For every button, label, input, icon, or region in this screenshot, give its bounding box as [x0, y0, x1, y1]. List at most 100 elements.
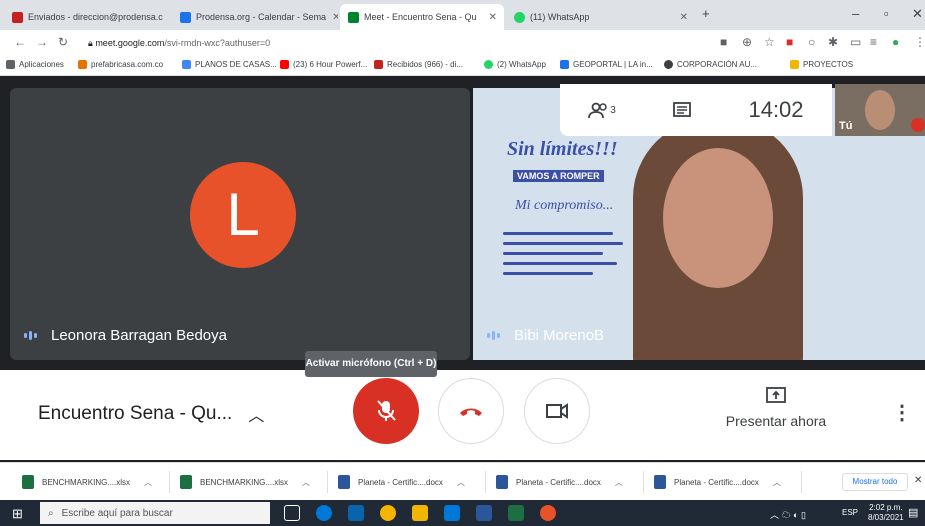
- chrome-icon[interactable]: [380, 505, 396, 521]
- excel-app-icon[interactable]: [508, 505, 524, 521]
- chevron-up-icon[interactable]: ︿: [457, 477, 465, 488]
- meeting-info-bar: 3 14:02: [560, 84, 832, 136]
- participants-button[interactable]: 3: [560, 101, 644, 119]
- tab-whatsapp[interactable]: (11) WhatsApp ✕: [506, 4, 696, 30]
- self-label: Tú: [839, 120, 853, 132]
- back-icon[interactable]: ←: [14, 35, 26, 49]
- site-icon: [78, 60, 87, 69]
- whatsapp-icon: [484, 60, 493, 69]
- extension-icon[interactable]: ■: [786, 35, 793, 49]
- chevron-up-icon[interactable]: ︿: [773, 477, 781, 488]
- excel-file-icon: [180, 475, 192, 489]
- participant-tile-left[interactable]: L Leonora Barragan Bedoya: [10, 88, 470, 360]
- meet-icon: [348, 11, 359, 23]
- close-window-button[interactable]: ✕: [912, 6, 923, 22]
- participant-video-face: [663, 148, 773, 288]
- bookmark-apps[interactable]: Aplicaciones: [6, 60, 64, 69]
- notifications-icon[interactable]: ▤: [908, 506, 918, 519]
- download-item[interactable]: BENCHMARKING....xlsx ︿: [22, 471, 170, 493]
- tab-meet[interactable]: Meet - Encuentro Sena - Qu ✕: [340, 4, 504, 30]
- download-item[interactable]: BENCHMARKING....xlsx ︿: [180, 471, 328, 493]
- camera-indicator-icon[interactable]: ■: [720, 35, 727, 49]
- bookmark-item[interactable]: (2) WhatsApp: [484, 60, 546, 69]
- slide-banner: VAMOS A ROMPER: [513, 170, 604, 182]
- profile-icon[interactable]: ●: [892, 35, 899, 49]
- leave-call-button[interactable]: [438, 378, 504, 444]
- bookmark-label: CORPORACIÓN AU...: [677, 60, 758, 69]
- video-camera-icon: [546, 403, 568, 419]
- tray-icons[interactable]: ︿ ☁ ◐ ▯: [770, 508, 806, 521]
- gmail-icon: [12, 11, 23, 23]
- present-now-button[interactable]: Presentar ahora: [718, 386, 834, 429]
- url-field[interactable]: 🔒︎ meet.google.com/svi-rmdn-wxc?authuser…: [88, 33, 688, 53]
- forward-icon[interactable]: →: [36, 35, 48, 49]
- edge-icon[interactable]: [316, 505, 332, 521]
- menu-icon[interactable]: ⋮: [914, 35, 925, 49]
- word-app-icon[interactable]: [476, 505, 492, 521]
- apps-icon: [6, 60, 15, 69]
- close-downloads-icon[interactable]: ✕: [914, 475, 922, 486]
- bookmark-star-icon[interactable]: ☆: [764, 35, 775, 49]
- reload-icon[interactable]: ↻: [58, 35, 68, 49]
- task-view-icon[interactable]: [284, 505, 300, 521]
- meeting-details-button[interactable]: Encuentro Sena - Qu... ︿: [38, 402, 264, 426]
- bookmark-item[interactable]: GEOPORTAL | LA in...: [560, 60, 653, 69]
- windows-start-icon[interactable]: ⊞: [12, 506, 23, 522]
- camera-toggle-button[interactable]: [524, 378, 590, 444]
- download-item[interactable]: Planeta - Certific....docx ︿: [654, 471, 802, 493]
- chat-button[interactable]: [644, 101, 720, 119]
- show-all-downloads-button[interactable]: Mostrar todo: [842, 473, 908, 491]
- store-icon[interactable]: [444, 505, 460, 521]
- language-indicator[interactable]: ESP: [842, 508, 858, 517]
- meeting-clock: 14:02: [748, 97, 804, 122]
- file-explorer-icon[interactable]: [412, 505, 428, 521]
- avatar: L: [190, 162, 296, 268]
- word-file-icon: [496, 475, 508, 489]
- tab-enviados[interactable]: Enviados - direccion@prodensa.c ✕: [4, 4, 170, 30]
- extension-icon[interactable]: ○: [808, 35, 815, 49]
- excel-file-icon: [22, 475, 34, 489]
- browser-tab-strip: Enviados - direccion@prodensa.c ✕ Proden…: [0, 0, 925, 30]
- tab-calendar[interactable]: Prodensa.org - Calendar - Sema ✕: [172, 4, 338, 30]
- tab-label: Prodensa.org - Calendar - Sema: [196, 12, 327, 22]
- chevron-up-icon[interactable]: ︿: [144, 477, 152, 488]
- bookmark-item[interactable]: prefabricasa.com.co: [78, 60, 163, 69]
- youtube-icon: [280, 60, 289, 69]
- close-tab-icon[interactable]: ✕: [163, 12, 170, 23]
- audio-level-icon: [487, 331, 500, 340]
- whatsapp-icon: [514, 11, 525, 23]
- close-tab-icon[interactable]: ✕: [483, 12, 497, 23]
- extensions-puzzle-icon[interactable]: ✱: [828, 35, 838, 49]
- bookmark-label: Aplicaciones: [19, 60, 64, 69]
- microphone-toggle-button[interactable]: [353, 378, 419, 444]
- more-options-button[interactable]: ⋮: [892, 400, 912, 425]
- bookmark-item[interactable]: CORPORACIÓN AU...: [664, 60, 757, 69]
- minimize-button[interactable]: –: [852, 6, 859, 21]
- zoom-icon[interactable]: ⊕: [742, 35, 752, 49]
- maximize-button[interactable]: ▫: [884, 6, 889, 21]
- taskbar-search-input[interactable]: ⌕ Escribe aquí para buscar: [40, 502, 270, 524]
- new-tab-button[interactable]: +: [702, 6, 710, 21]
- mail-app-icon[interactable]: [348, 505, 364, 521]
- close-tab-icon[interactable]: ✕: [326, 12, 338, 23]
- calendar-icon: [180, 11, 191, 23]
- bookmark-item[interactable]: PLANOS DE CASAS...: [182, 60, 277, 69]
- mail-icon: [374, 60, 383, 69]
- close-tab-icon[interactable]: ✕: [674, 12, 688, 23]
- app-icon[interactable]: [540, 505, 556, 521]
- self-view-tile[interactable]: Tú: [835, 84, 925, 136]
- taskbar-clock[interactable]: 2:02 p.m. 8/03/2021: [868, 503, 904, 523]
- audio-level-icon: [24, 331, 37, 340]
- bookmark-item[interactable]: Recibidos (966) - di...: [374, 60, 463, 69]
- media-icon[interactable]: ▭: [850, 35, 861, 49]
- downloads-bar: BENCHMARKING....xlsx ︿ BENCHMARKING....xl…: [0, 462, 925, 500]
- chevron-up-icon[interactable]: ︿: [302, 477, 310, 488]
- download-filename: BENCHMARKING....xlsx: [42, 477, 131, 487]
- download-filename: Planeta - Certific....docx: [674, 477, 759, 487]
- bookmark-item[interactable]: (23) 6 Hour Powerf...: [280, 60, 367, 69]
- download-item[interactable]: Planeta - Certific....docx ︿: [496, 471, 644, 493]
- reading-list-icon[interactable]: ≡: [870, 35, 877, 49]
- download-item[interactable]: Planeta - Certific....docx ︿: [338, 471, 486, 493]
- bookmark-folder[interactable]: PROYECTOS: [790, 60, 853, 69]
- chevron-up-icon[interactable]: ︿: [615, 477, 623, 488]
